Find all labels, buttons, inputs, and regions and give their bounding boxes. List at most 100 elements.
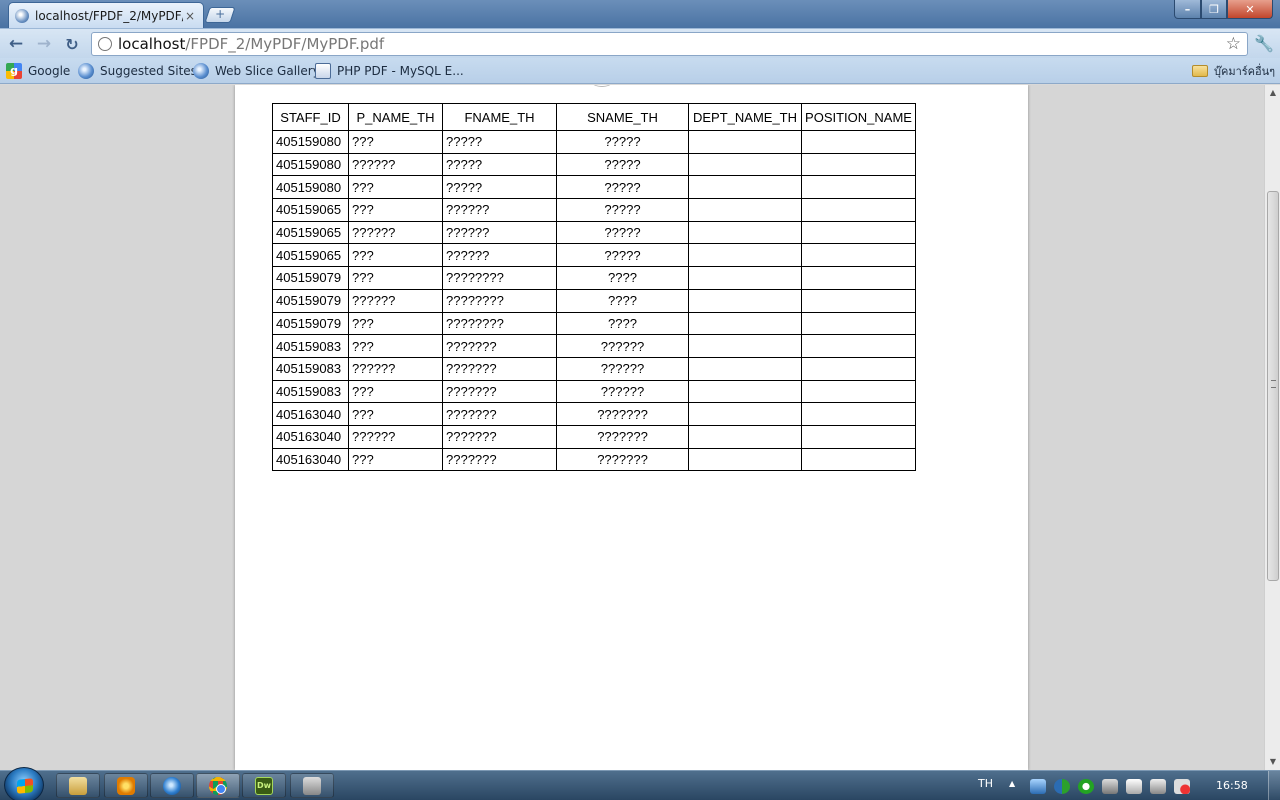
- close-window-button[interactable]: ✕: [1227, 0, 1273, 19]
- staff-table: STAFF_ID P_NAME_TH FNAME_TH SNAME_TH DEP…: [272, 103, 916, 472]
- tray-app-icon[interactable]: [1030, 779, 1046, 794]
- media-player-icon: [117, 776, 135, 795]
- table-cell: ??????: [442, 243, 557, 268]
- table-cell: [801, 220, 916, 245]
- table-row: 405159080?????????????: [272, 175, 916, 200]
- table-cell: [801, 402, 916, 426]
- table-cell: ???: [348, 175, 443, 200]
- url-text[interactable]: localhost/FPDF_2/MyPDF/MyPDF.pdf: [118, 35, 384, 53]
- vertical-scrollbar[interactable]: ▲ ▼: [1264, 85, 1280, 770]
- table-cell: 405159079: [272, 266, 349, 290]
- tray-network-icon[interactable]: [1150, 779, 1166, 794]
- bookmark-label: Web Slice Gallery: [215, 64, 320, 78]
- tray-volume-muted-icon[interactable]: [1174, 779, 1190, 794]
- browser-tab[interactable]: localhost/FPDF_2/MyPDF/MyPDF.pdf ×: [8, 2, 204, 28]
- bookmark-label: PHP PDF - MySQL E...: [337, 64, 464, 78]
- tray-sync-icon[interactable]: [1054, 779, 1070, 794]
- bookmark-php-pdf[interactable]: PHP PDF - MySQL E...: [315, 62, 464, 80]
- table-cell: ??????: [556, 334, 689, 358]
- table-cell: ???????: [442, 424, 557, 449]
- taskbar-chrome[interactable]: [196, 773, 240, 798]
- bookmark-label: Google: [28, 64, 71, 78]
- table-cell: [688, 198, 802, 222]
- table-cell: ???????: [556, 447, 689, 472]
- window-titlebar: localhost/FPDF_2/MyPDF/MyPDF.pdf × + – ❐…: [0, 0, 1280, 28]
- language-indicator[interactable]: TH: [978, 777, 993, 790]
- windows-taskbar: Dw TH ▲ 16:58: [0, 767, 1280, 800]
- reload-icon[interactable]: ↻: [61, 34, 83, 54]
- back-arrow-icon[interactable]: ←: [5, 34, 27, 54]
- taskbar-media-player[interactable]: [104, 773, 148, 798]
- pdf-viewport[interactable]: STAFF_ID P_NAME_TH FNAME_TH SNAME_TH DEP…: [0, 85, 1264, 770]
- table-cell: ???????: [556, 424, 689, 449]
- bookmark-web-slice-gallery[interactable]: Web Slice Gallery: [193, 62, 320, 80]
- table-cell: 405163040: [272, 424, 349, 449]
- bookmark-star-icon[interactable]: ☆: [1226, 34, 1241, 54]
- table-cell: ?????: [442, 175, 557, 200]
- table-cell: 405159065: [272, 243, 349, 268]
- tray-flag-icon[interactable]: [1126, 779, 1142, 794]
- table-cell: [688, 266, 802, 290]
- globe-icon: [15, 8, 29, 23]
- table-cell: ???????: [442, 447, 557, 472]
- table-cell: 405159083: [272, 379, 349, 404]
- table-cell: 405159080: [272, 175, 349, 200]
- bookmark-google[interactable]: g Google: [6, 62, 70, 80]
- table-cell: ??????: [348, 220, 443, 245]
- table-cell: [801, 356, 916, 381]
- address-bar[interactable]: localhost/FPDF_2/MyPDF/MyPDF.pdf ☆: [91, 32, 1248, 56]
- scroll-up-arrow-icon[interactable]: ▲: [1265, 85, 1280, 101]
- table-cell: ??????: [556, 356, 689, 381]
- table-row: 405163040?????????????????: [272, 402, 916, 426]
- scroll-down-arrow-icon[interactable]: ▼: [1265, 754, 1280, 770]
- ie-icon: [163, 776, 181, 795]
- taskbar-explorer[interactable]: [56, 773, 100, 798]
- show-desktop-button[interactable]: [1268, 771, 1280, 800]
- table-row: 405159083???????????????????: [272, 356, 916, 381]
- table-cell: [801, 175, 916, 200]
- restore-button[interactable]: ❐: [1201, 0, 1227, 19]
- table-cell: ??????: [348, 152, 443, 177]
- table-cell: ????: [556, 266, 689, 290]
- wrench-menu-icon[interactable]: 🔧: [1254, 34, 1274, 53]
- other-bookmarks[interactable]: บุ๊คมาร์คอื่นๆ: [1192, 62, 1275, 80]
- taskbar-internet-explorer[interactable]: [150, 773, 194, 798]
- table-cell: ???: [348, 266, 443, 290]
- bookmark-suggested-sites[interactable]: Suggested Sites: [78, 62, 197, 80]
- start-button[interactable]: [4, 767, 44, 800]
- new-tab-button[interactable]: +: [204, 7, 236, 23]
- forward-arrow-icon[interactable]: →: [33, 34, 55, 54]
- table-cell: ??????: [348, 424, 443, 449]
- scroll-thumb[interactable]: [1267, 191, 1279, 581]
- browser-toolbar: ← → ↻ localhost/FPDF_2/MyPDF/MyPDF.pdf ☆…: [0, 28, 1280, 58]
- taskbar-clock[interactable]: 16:58: [1216, 779, 1248, 792]
- table-row: 405159079???????????????: [272, 311, 916, 336]
- table-cell: [688, 130, 802, 154]
- table-cell: ??????: [348, 288, 443, 313]
- bookmarks-bar: g Google Suggested Sites Web Slice Galle…: [0, 58, 1280, 84]
- table-cell: ??????: [348, 356, 443, 381]
- taskbar-app[interactable]: [290, 773, 334, 798]
- table-cell: [801, 130, 916, 154]
- table-cell: [801, 266, 916, 290]
- table-cell: ????????: [442, 288, 557, 313]
- minimize-button[interactable]: –: [1174, 0, 1201, 19]
- tray-network-error-icon[interactable]: [1102, 779, 1118, 794]
- table-cell: [688, 311, 802, 336]
- table-cell: 405159080: [272, 130, 349, 154]
- table-cell: 405159080: [272, 152, 349, 177]
- header-cell: DEPT_NAME_TH: [688, 103, 802, 131]
- tab-close-icon[interactable]: ×: [183, 9, 197, 23]
- table-cell: [801, 424, 916, 449]
- dreamweaver-icon: Dw: [255, 776, 273, 795]
- tab-title: localhost/FPDF_2/MyPDF/MyPDF.pdf: [35, 8, 183, 23]
- tray-status-icon[interactable]: [1078, 779, 1094, 794]
- show-hidden-icons-arrow-icon[interactable]: ▲: [1009, 779, 1015, 788]
- table-cell: ????: [556, 288, 689, 313]
- table-cell: [801, 447, 916, 472]
- table-row: 405159079??????????????????: [272, 288, 916, 313]
- table-cell: [801, 288, 916, 313]
- table-cell: ?????: [442, 152, 557, 177]
- table-cell: [688, 447, 802, 472]
- taskbar-dreamweaver[interactable]: Dw: [242, 773, 286, 798]
